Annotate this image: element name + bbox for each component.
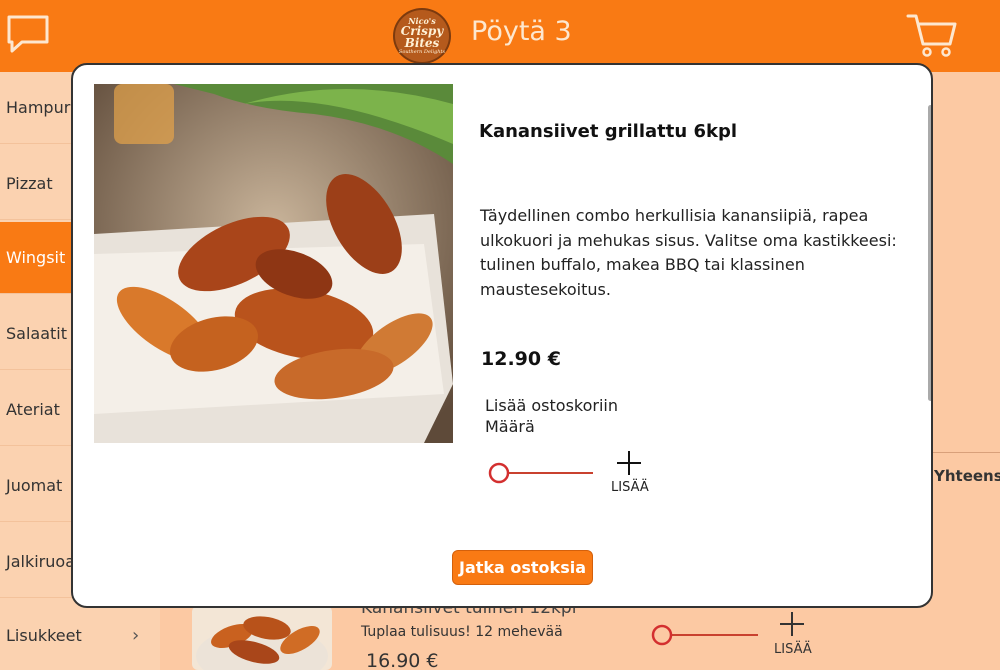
product-thumbnail[interactable] bbox=[192, 606, 332, 670]
add-button-label[interactable]: LISÄÄ bbox=[774, 642, 812, 657]
table-title: Pöytä 3 bbox=[471, 16, 572, 47]
sidebar-item-label: Salaatit bbox=[6, 324, 68, 343]
product-description: Täydellinen combo herkullisia kanansiipi… bbox=[480, 206, 897, 299]
product-price: 12.90 € bbox=[481, 348, 561, 370]
sidebar-item-label: Wingsit bbox=[6, 248, 66, 267]
sidebar-item-label: Lisukkeet bbox=[6, 626, 82, 645]
scrollbar[interactable] bbox=[928, 105, 931, 401]
total-label: Yhteensä bbox=[934, 467, 1000, 485]
sidebar-item-label: Juomat bbox=[6, 476, 63, 495]
quantity-slider[interactable] bbox=[487, 461, 595, 485]
logo: Nico's Crispy Bites Southern Delights bbox=[393, 8, 451, 64]
continue-shopping-button[interactable]: Jatka ostoksia bbox=[452, 550, 593, 585]
chat-icon[interactable] bbox=[6, 14, 50, 54]
sidebar-item-label: Pizzat bbox=[6, 174, 53, 193]
quantity-label: Määrä bbox=[485, 417, 535, 436]
sidebar-item-label: Ateriat bbox=[6, 400, 60, 419]
cart-icon[interactable] bbox=[906, 12, 958, 58]
app-header: Nico's Crispy Bites Southern Delights Pö… bbox=[0, 0, 1000, 72]
order-summary-panel: Yhteensä bbox=[932, 452, 1000, 512]
product-price: 16.90 € bbox=[366, 650, 439, 670]
sidebar-item-lisukkeet[interactable]: Lisukkeet › bbox=[0, 600, 160, 670]
plus-icon[interactable] bbox=[778, 610, 806, 638]
product-photo bbox=[94, 84, 453, 443]
product-description: Tuplaa tulisuus! 12 mehevää bbox=[361, 624, 563, 640]
logo-text: Southern Delights bbox=[398, 49, 446, 55]
sidebar-item-label: Jalkiruoat bbox=[6, 552, 82, 571]
add-button-label[interactable]: LISÄÄ bbox=[611, 480, 649, 495]
product-detail-modal: Kanansiivet grillattu 6kpl Täydellinen c… bbox=[71, 63, 933, 608]
product-title: Kanansiivet grillattu 6kpl bbox=[479, 121, 737, 142]
plus-icon[interactable] bbox=[615, 449, 643, 477]
add-to-cart-label: Lisää ostoskoriin bbox=[485, 396, 619, 415]
quantity-slider[interactable] bbox=[650, 622, 760, 648]
logo-text: Bites bbox=[404, 36, 440, 50]
chevron-right-icon: › bbox=[132, 625, 140, 646]
